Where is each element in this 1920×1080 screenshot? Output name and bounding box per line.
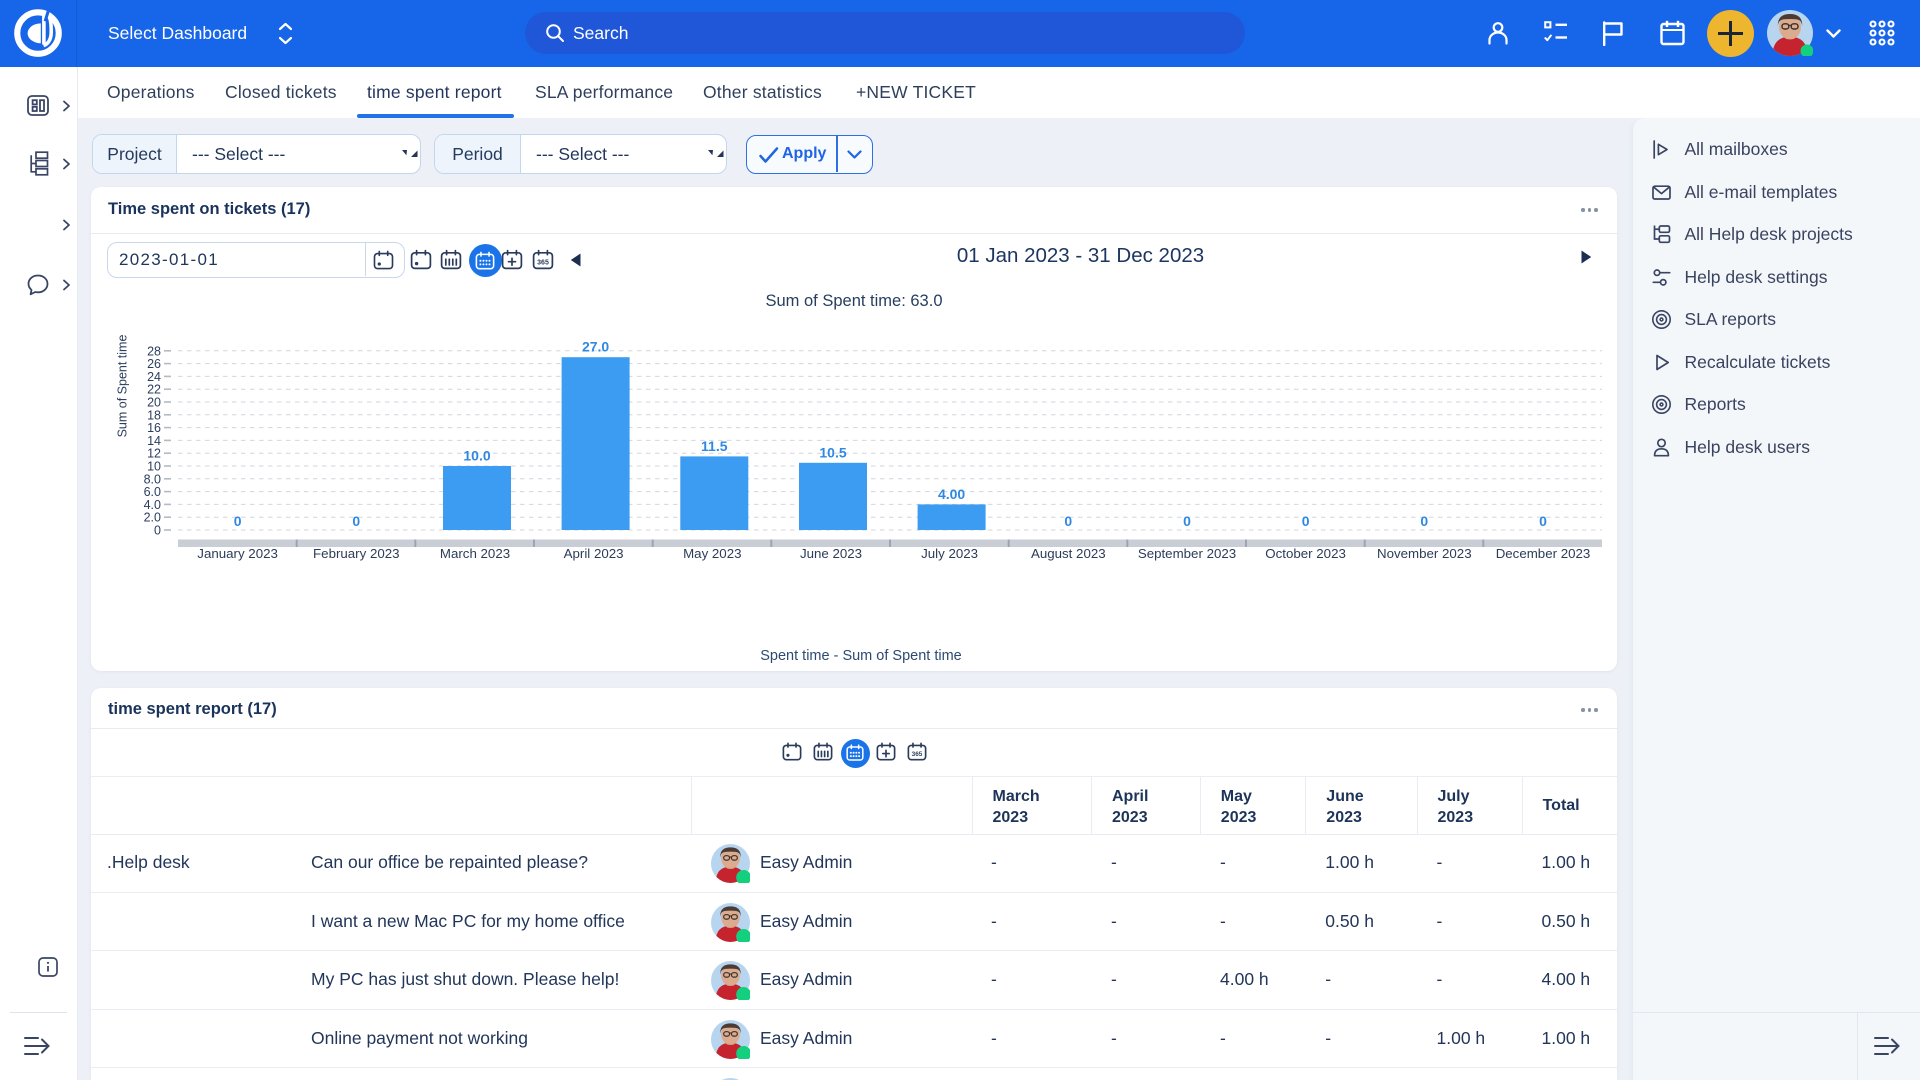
svg-text:October 2023: October 2023 [1265,546,1346,561]
svg-text:365: 365 [912,751,923,758]
svg-text:August 2023: August 2023 [1031,546,1106,561]
svg-text:2.0: 2.0 [144,511,161,525]
svg-text:10.0: 10.0 [463,448,490,464]
svg-text:4.00: 4.00 [938,486,965,502]
svg-text:0: 0 [234,513,242,529]
svg-text:December 2023: December 2023 [1496,546,1591,561]
svg-text:0: 0 [1420,513,1428,529]
svg-text:10: 10 [147,460,161,474]
svg-text:0: 0 [352,513,360,529]
svg-text:September 2023: September 2023 [1138,546,1236,561]
svg-text:Sum of Spent time: Sum of Spent time [116,335,130,438]
svg-text:March 2023: March 2023 [440,546,510,561]
svg-text:May 2023: May 2023 [683,546,741,561]
svg-text:June 2023: June 2023 [800,546,862,561]
svg-text:January 2023: January 2023 [197,546,278,561]
svg-text:16: 16 [147,421,161,435]
svg-text:365: 365 [537,260,549,267]
svg-text:22: 22 [147,383,161,397]
svg-text:14: 14 [147,434,161,448]
svg-text:July 2023: July 2023 [921,546,978,561]
svg-text:27.0: 27.0 [582,339,609,355]
svg-text:April 2023: April 2023 [564,546,624,561]
svg-text:28: 28 [147,344,161,358]
svg-text:0: 0 [1539,513,1547,529]
svg-text:10.5: 10.5 [819,444,846,460]
svg-text:8.0: 8.0 [144,472,161,486]
svg-text:0: 0 [1064,513,1072,529]
svg-text:11.5: 11.5 [701,438,728,454]
svg-text:0: 0 [1183,513,1191,529]
svg-text:February 2023: February 2023 [313,546,399,561]
svg-text:0: 0 [1302,513,1310,529]
svg-text:November 2023: November 2023 [1377,546,1472,561]
svg-text:24: 24 [147,370,161,384]
svg-text:0: 0 [154,524,161,538]
svg-text:12: 12 [147,447,161,461]
svg-text:20: 20 [147,396,161,410]
svg-text:Spent time - Sum of Spent time: Spent time - Sum of Spent time [760,648,961,664]
svg-text:6.0: 6.0 [144,485,161,499]
svg-text:4.0: 4.0 [144,498,161,512]
svg-text:18: 18 [147,408,161,422]
svg-text:26: 26 [147,357,161,371]
